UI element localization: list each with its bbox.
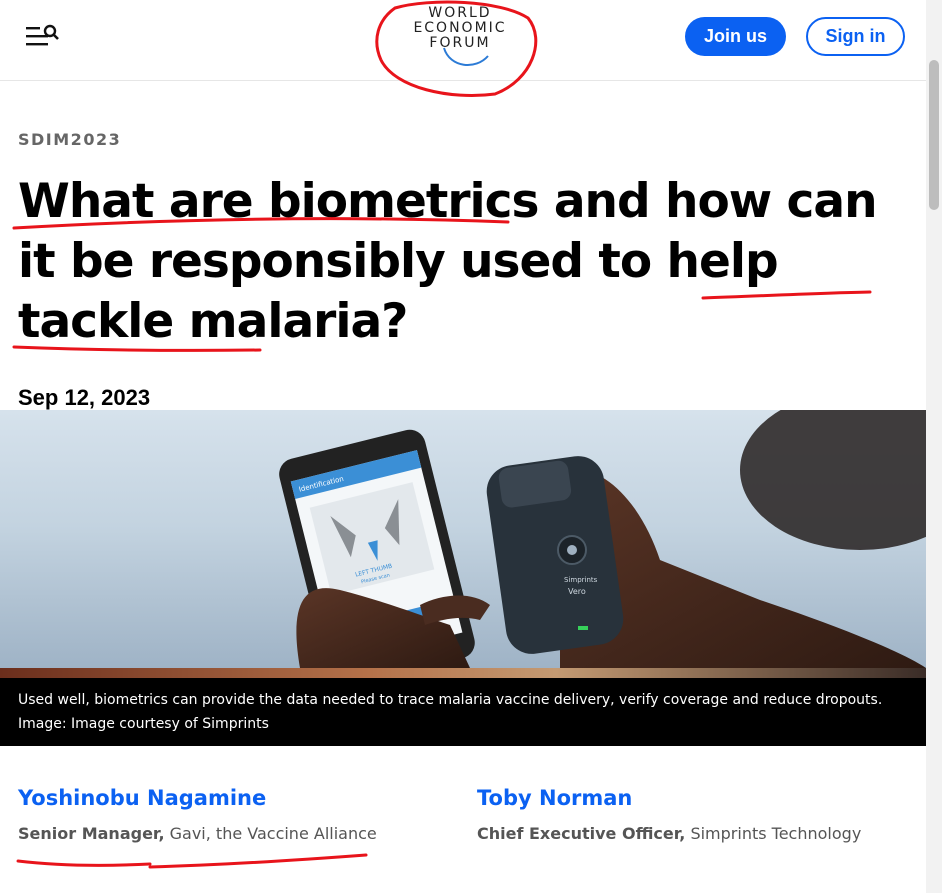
- logo-swoosh-icon: [443, 47, 489, 67]
- page-scrollbar[interactable]: [926, 0, 942, 893]
- author-role: Chief Executive Officer, Simprints Techn…: [477, 824, 861, 843]
- wef-logo[interactable]: WORLD ECONOMIC FORUM: [404, 6, 516, 70]
- article-title: What are biometrics and how can it be re…: [18, 174, 878, 349]
- hero-image-bottom: [0, 668, 926, 678]
- caption-credit: Image: Image courtesy of Simprints: [18, 716, 269, 732]
- join-us-button[interactable]: Join us: [685, 17, 786, 56]
- author-card: Toby Norman Chief Executive Officer, Sim…: [477, 786, 861, 843]
- caption-text: Used well, biometrics can provide the da…: [18, 692, 883, 708]
- author-card: Yoshinobu Nagamine Senior Manager, Gavi,…: [18, 786, 377, 843]
- underline-author-title: [16, 859, 152, 867]
- author-job-title: Senior Manager,: [18, 824, 165, 843]
- author-name-link[interactable]: Toby Norman: [477, 786, 861, 810]
- scrollbar-thumb[interactable]: [929, 60, 939, 210]
- svg-text:Vero: Vero: [568, 587, 586, 596]
- author-job-title: Chief Executive Officer,: [477, 824, 686, 843]
- author-name-link[interactable]: Yoshinobu Nagamine: [18, 786, 377, 810]
- article-date: Sep 12, 2023: [18, 385, 151, 410]
- author-organization: Simprints Technology: [690, 824, 862, 843]
- site-header: WORLD ECONOMIC FORUM Join us Sign in: [0, 0, 926, 81]
- underline-author-org: [148, 853, 368, 869]
- image-caption: Used well, biometrics can provide the da…: [0, 678, 926, 746]
- author-role: Senior Manager, Gavi, the Vaccine Allian…: [18, 824, 377, 843]
- hero-image: Simprints Vero Identification LEFT THUMB…: [0, 410, 926, 668]
- article-tag[interactable]: SDIM2023: [18, 130, 121, 149]
- sign-in-button[interactable]: Sign in: [806, 17, 905, 56]
- author-organization: Gavi, the Vaccine Alliance: [169, 824, 377, 843]
- menu-search-icon[interactable]: [26, 24, 62, 52]
- svg-text:Simprints: Simprints: [564, 576, 598, 584]
